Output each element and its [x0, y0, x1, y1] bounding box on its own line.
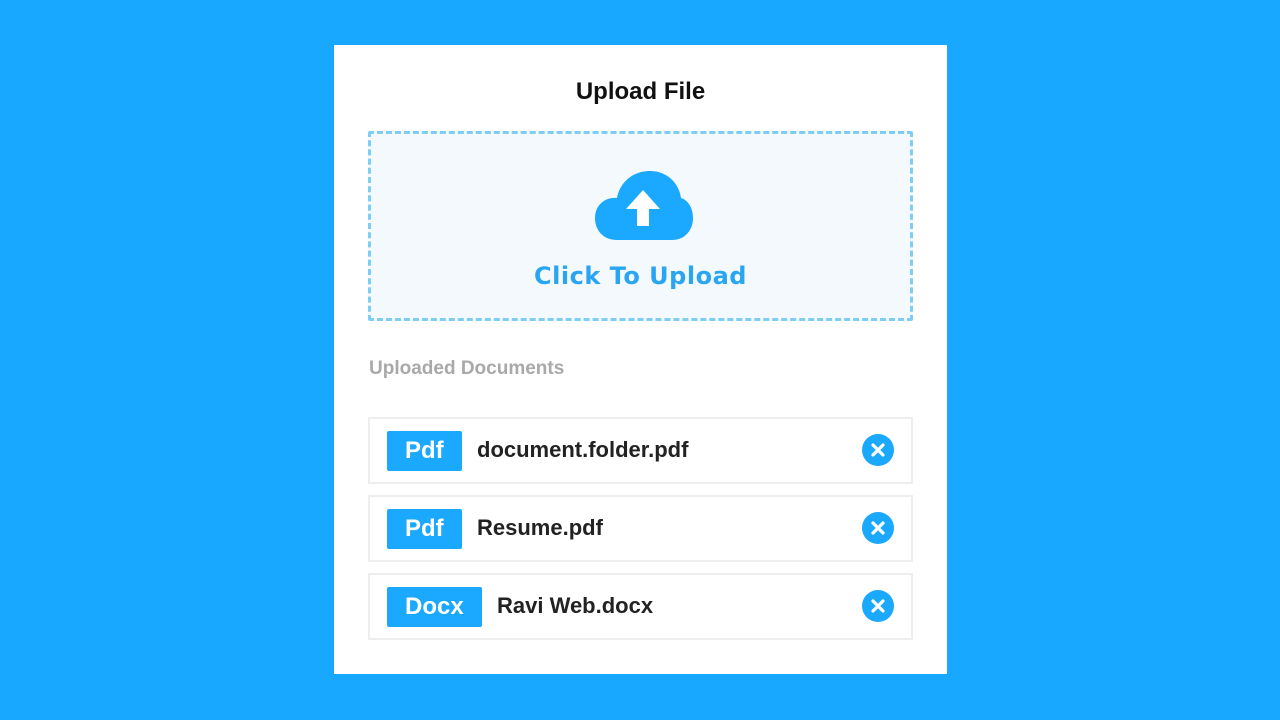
list-item: Pdf document.folder.pdf	[368, 417, 913, 484]
file-name: Resume.pdf	[477, 515, 603, 540]
uploaded-documents-heading: Uploaded Documents	[369, 358, 565, 379]
upload-card: Upload File Click To Upload Uploaded Doc…	[334, 45, 947, 674]
click-to-upload-label: Click To Upload	[534, 262, 747, 290]
file-name: Ravi Web.docx	[497, 593, 654, 618]
list-item: Docx Ravi Web.docx	[368, 573, 913, 640]
close-icon	[871, 599, 885, 613]
remove-document-button[interactable]	[862, 512, 894, 544]
file-type-badge: Pdf	[387, 431, 462, 471]
uploaded-documents-list: Pdf document.folder.pdf Pdf Resume.pdf D…	[368, 417, 913, 651]
file-type-badge: Docx	[387, 587, 482, 627]
cloud-upload-icon	[595, 171, 693, 240]
file-name: document.folder.pdf	[477, 437, 689, 462]
file-type-badge: Pdf	[387, 509, 462, 549]
upload-dropzone[interactable]: Click To Upload	[368, 131, 913, 321]
list-item: Pdf Resume.pdf	[368, 495, 913, 562]
page-title: Upload File	[575, 78, 706, 105]
close-icon	[871, 443, 885, 457]
remove-document-button[interactable]	[862, 434, 894, 466]
close-icon	[871, 521, 885, 535]
remove-document-button[interactable]	[862, 590, 894, 622]
